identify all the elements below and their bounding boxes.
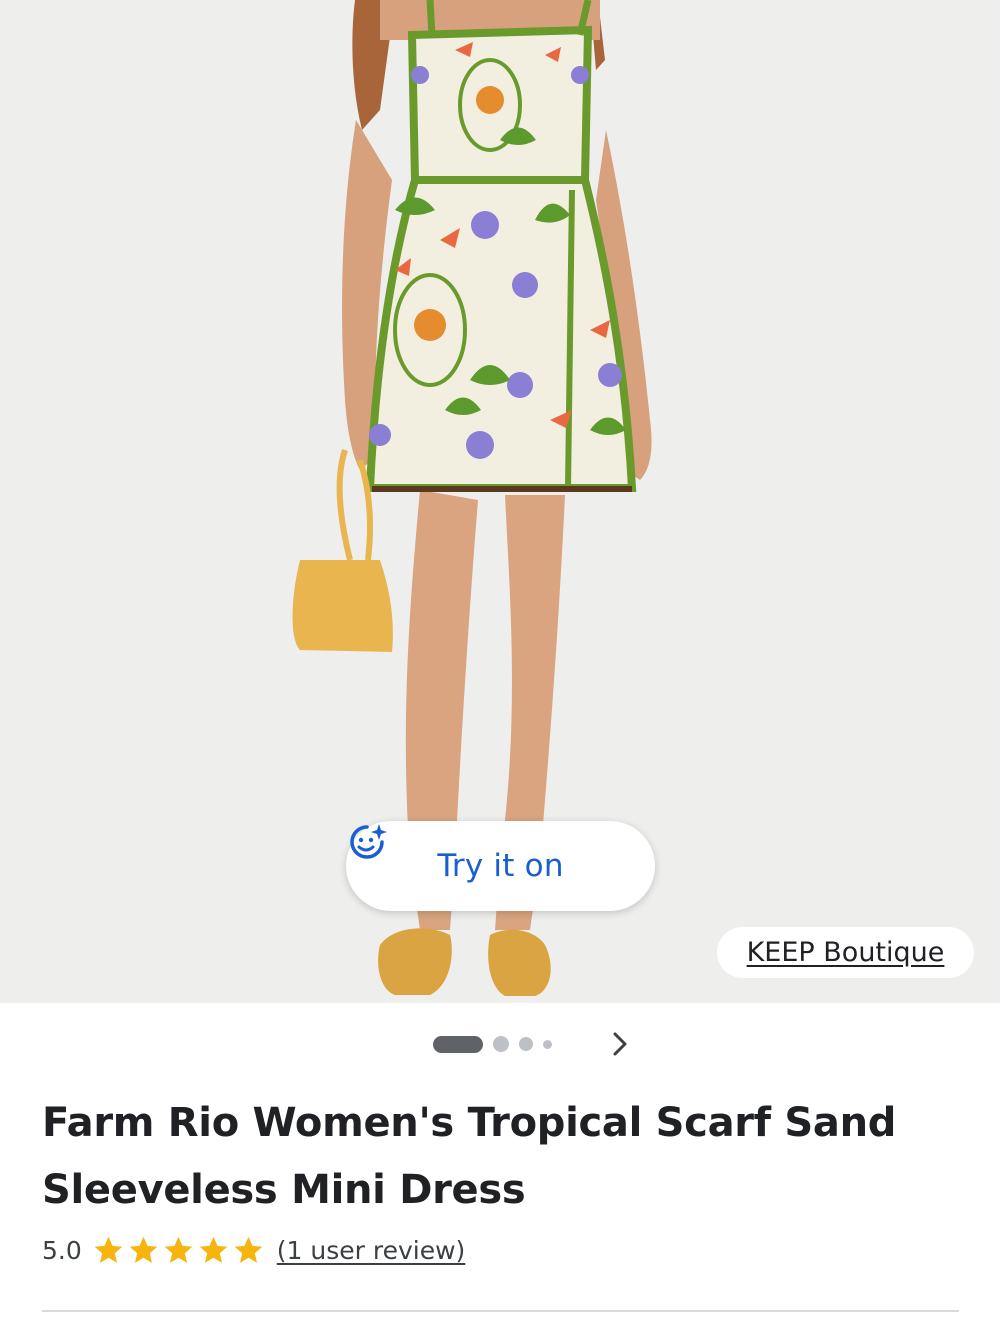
star-icon xyxy=(164,1236,193,1263)
user-review-link[interactable]: (1 user review) xyxy=(277,1236,466,1265)
merchant-link[interactable]: KEEP Boutique xyxy=(717,927,974,978)
merchant-name: KEEP Boutique xyxy=(746,937,945,968)
carousel-dot-active[interactable] xyxy=(433,1035,483,1053)
product-image[interactable]: Try it on KEEP Boutique xyxy=(0,0,1000,1003)
section-divider xyxy=(42,1310,959,1312)
carousel-dot[interactable] xyxy=(519,1037,533,1051)
carousel-dot[interactable] xyxy=(543,1039,552,1049)
try-it-on-button[interactable]: Try it on xyxy=(346,821,655,911)
try-it-on-label: Try it on xyxy=(437,848,564,884)
star-icon xyxy=(94,1236,123,1263)
rating-value: 5.0 xyxy=(42,1235,82,1265)
carousel-dot[interactable] xyxy=(493,1036,509,1052)
product-title-line1: Farm Rio Women's Tropical Scarf Sand xyxy=(42,1100,897,1146)
carousel-indicator xyxy=(433,1034,552,1054)
star-icon xyxy=(129,1236,158,1263)
star-rating xyxy=(92,1234,265,1267)
star-icon xyxy=(199,1236,228,1263)
rating-row: 5.0 (1 user review) xyxy=(42,1230,465,1270)
sparkle-face-icon xyxy=(350,824,387,859)
product-title-line2: Sleeveless Mini Dress xyxy=(42,1167,526,1213)
star-icon xyxy=(234,1236,263,1263)
chevron-right-icon[interactable] xyxy=(606,1030,634,1058)
product-title: Farm Rio Women's Tropical Scarf Sand Sle… xyxy=(42,1090,942,1224)
